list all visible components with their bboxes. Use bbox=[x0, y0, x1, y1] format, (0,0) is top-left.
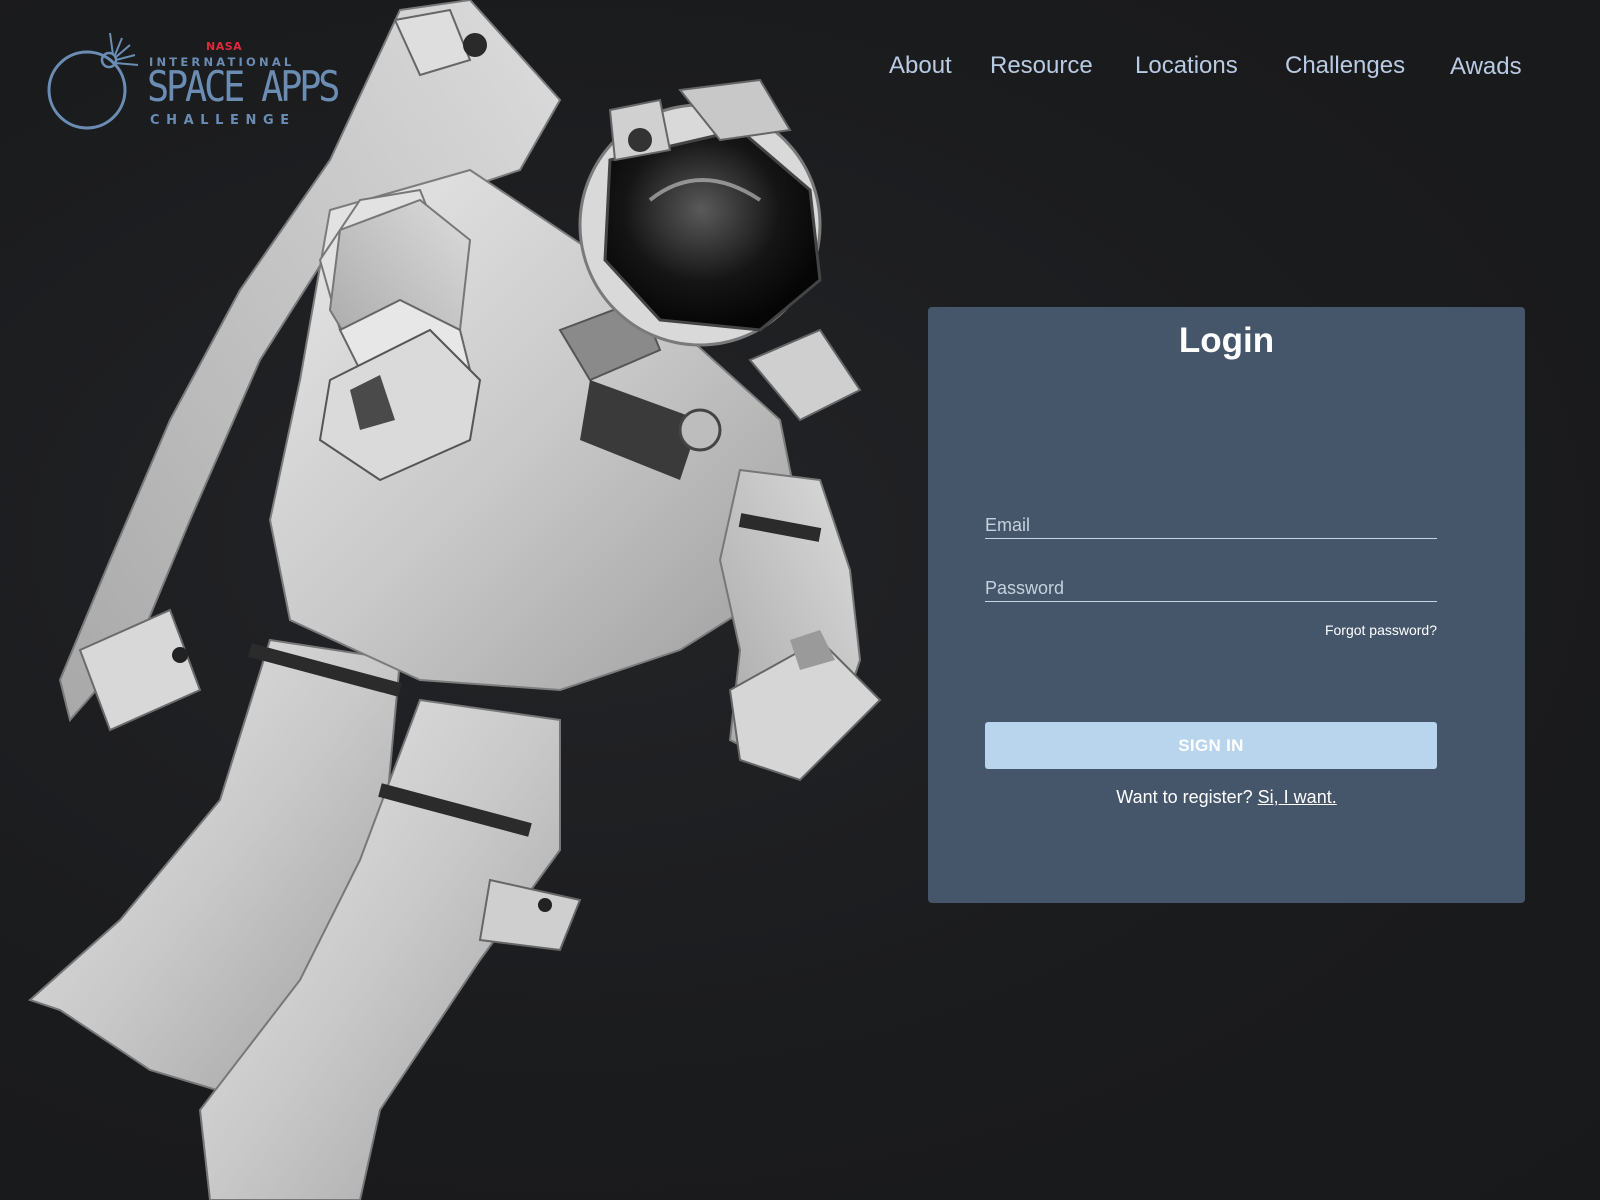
main-nav: About Resource Locations Challenges Awad… bbox=[0, 52, 1600, 88]
sign-in-button[interactable]: SIGN IN bbox=[985, 722, 1437, 769]
email-input[interactable] bbox=[985, 504, 1437, 538]
nav-resource[interactable]: Resource bbox=[990, 52, 1093, 80]
password-field-wrapper bbox=[985, 567, 1437, 602]
register-prompt-text: Want to register? bbox=[1116, 787, 1258, 807]
nav-locations[interactable]: Locations bbox=[1135, 52, 1238, 80]
register-prompt: Want to register? Si, I want. bbox=[928, 787, 1525, 808]
login-page: NASA INTERNATIONAL SPACE APPS CHALLENGE … bbox=[0, 0, 1600, 1200]
nav-awards[interactable]: Awads bbox=[1450, 53, 1522, 81]
register-link[interactable]: Si, I want. bbox=[1258, 787, 1337, 807]
logo-challenge-text: CHALLENGE bbox=[150, 113, 296, 128]
nav-challenges[interactable]: Challenges bbox=[1285, 52, 1405, 80]
login-title: Login bbox=[1178, 321, 1275, 360]
password-input[interactable] bbox=[985, 567, 1437, 601]
login-card: Login Forgot password? SIGN IN Want to r… bbox=[928, 307, 1525, 903]
email-field-wrapper bbox=[985, 504, 1437, 539]
astronaut-hero-image bbox=[0, 0, 900, 1200]
nav-about[interactable]: About bbox=[889, 52, 952, 80]
forgot-password-link[interactable]: Forgot password? bbox=[1325, 622, 1437, 638]
